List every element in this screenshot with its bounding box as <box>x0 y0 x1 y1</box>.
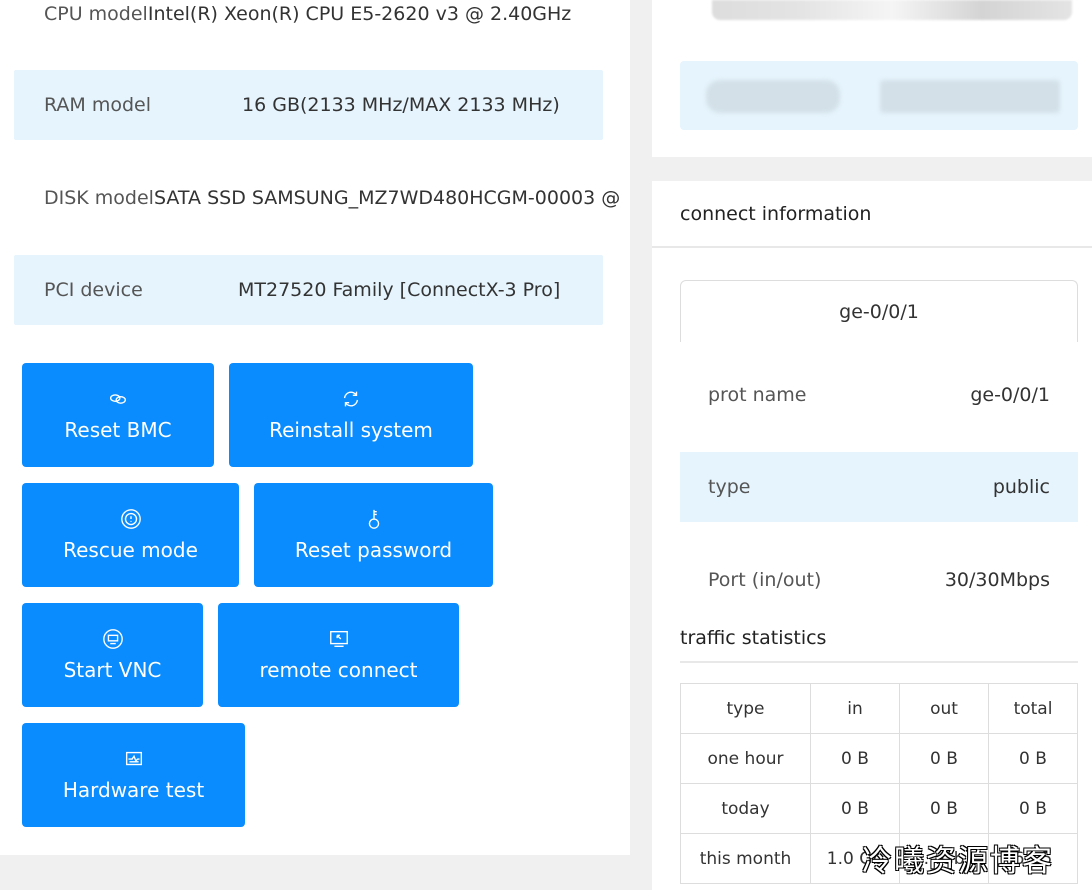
info-label: Port (in/out) <box>708 569 822 591</box>
info-label: type <box>708 476 751 498</box>
link-icon <box>109 394 127 404</box>
cell: 0 B <box>899 733 989 784</box>
button-label: Reset BMC <box>64 418 172 442</box>
refresh-icon <box>343 391 359 407</box>
spec-row-pci: PCI device MT27520 Family [ConnectX-3 Pro… <box>14 255 603 325</box>
reset-bmc-button[interactable]: Reset BMC <box>22 363 214 467</box>
header-cell: out <box>899 683 989 734</box>
info-row-port-name: prot name ge-0/0/1 <box>680 360 1078 430</box>
spec-label: CPU model <box>44 3 148 25</box>
spec-label: PCI device <box>44 279 143 301</box>
cell: 0 B <box>988 733 1078 784</box>
info-row-type: type public <box>680 452 1078 522</box>
info-value: public <box>992 476 1050 498</box>
start-vnc-button[interactable]: Start VNC <box>22 603 203 707</box>
rescue-mode-button[interactable]: Rescue mode <box>22 483 239 587</box>
header-cell: in <box>810 683 900 734</box>
button-label: Rescue mode <box>63 538 198 562</box>
remote-screen-icon <box>329 630 348 648</box>
spec-value: Intel(R) Xeon(R) CPU E5-2620 v3 @ 2.40GH… <box>147 3 572 25</box>
account-card-redacted <box>652 0 1092 157</box>
info-label: prot name <box>708 384 807 406</box>
watermark: 冷曦资源博客 <box>862 844 1054 879</box>
lifebuoy-icon <box>120 509 141 529</box>
table-header-row: type in out total <box>680 683 1078 734</box>
spec-row-ram: RAM model 16 GB(2133 MHz/MAX 2133 MHz) <box>14 70 603 140</box>
info-value: 30/30Mbps <box>944 569 1050 591</box>
traffic-statistics-title: traffic statistics <box>680 627 1078 663</box>
connect-information-card: connect information ge-0/0/1 prot name ge… <box>652 181 1092 890</box>
spec-label: DISK model <box>44 187 154 209</box>
spec-label: RAM model <box>44 94 152 116</box>
cell: this month <box>680 833 811 884</box>
table-row: today 0 B0 B0 B <box>680 783 1078 834</box>
spec-row-disk: DISK model SATA SSD SAMSUNG_MZ7WD480HCGM-… <box>14 163 620 233</box>
cell: 0 B <box>810 783 900 834</box>
remote-connect-button[interactable]: remote connect <box>218 603 459 707</box>
button-label: Start VNC <box>63 658 162 682</box>
cell: one hour <box>680 733 811 784</box>
cell: today <box>680 783 811 834</box>
reset-password-button[interactable]: Reset password <box>254 483 493 587</box>
cell: 0 B <box>899 783 989 834</box>
info-value: ge-0/0/1 <box>970 384 1050 406</box>
reinstall-system-button[interactable]: Reinstall system <box>229 363 473 467</box>
card-title: connect information <box>652 181 1092 248</box>
button-label: Reinstall system <box>269 418 433 442</box>
redacted-row <box>680 61 1078 130</box>
redacted-text <box>880 80 1060 113</box>
header-cell: type <box>680 683 811 734</box>
redacted-text <box>712 0 1072 20</box>
hardware-test-button[interactable]: Hardware test <box>22 723 245 827</box>
cell: 0 B <box>810 733 900 784</box>
redacted-text <box>706 80 840 113</box>
vnc-icon <box>102 629 123 649</box>
spec-value: MT27520 Family [ConnectX-3 Pro] <box>238 279 561 301</box>
spec-value: SATA SSD SAMSUNG_MZ7WD480HCGM-00003 @ <box>153 187 621 209</box>
cell: 0 B <box>988 783 1078 834</box>
monitor-chart-icon <box>125 751 142 766</box>
tab-port[interactable]: ge-0/0/1 <box>680 280 1078 342</box>
hardware-panel: CPU model Intel(R) Xeon(R) CPU E5-2620 v3… <box>0 0 630 855</box>
button-label: Hardware test <box>62 778 205 802</box>
spec-row-cpu: CPU model Intel(R) Xeon(R) CPU E5-2620 v3… <box>14 0 603 49</box>
button-label: remote connect <box>259 658 418 682</box>
button-label: Reset password <box>294 538 453 562</box>
table-row: one hour 0 B0 B0 B <box>680 733 1078 784</box>
spec-value: 16 GB(2133 MHz/MAX 2133 MHz) <box>242 94 560 116</box>
info-row-port-speed: Port (in/out) 30/30Mbps <box>680 545 1078 615</box>
key-icon <box>368 509 379 529</box>
header-cell: total <box>988 683 1078 734</box>
